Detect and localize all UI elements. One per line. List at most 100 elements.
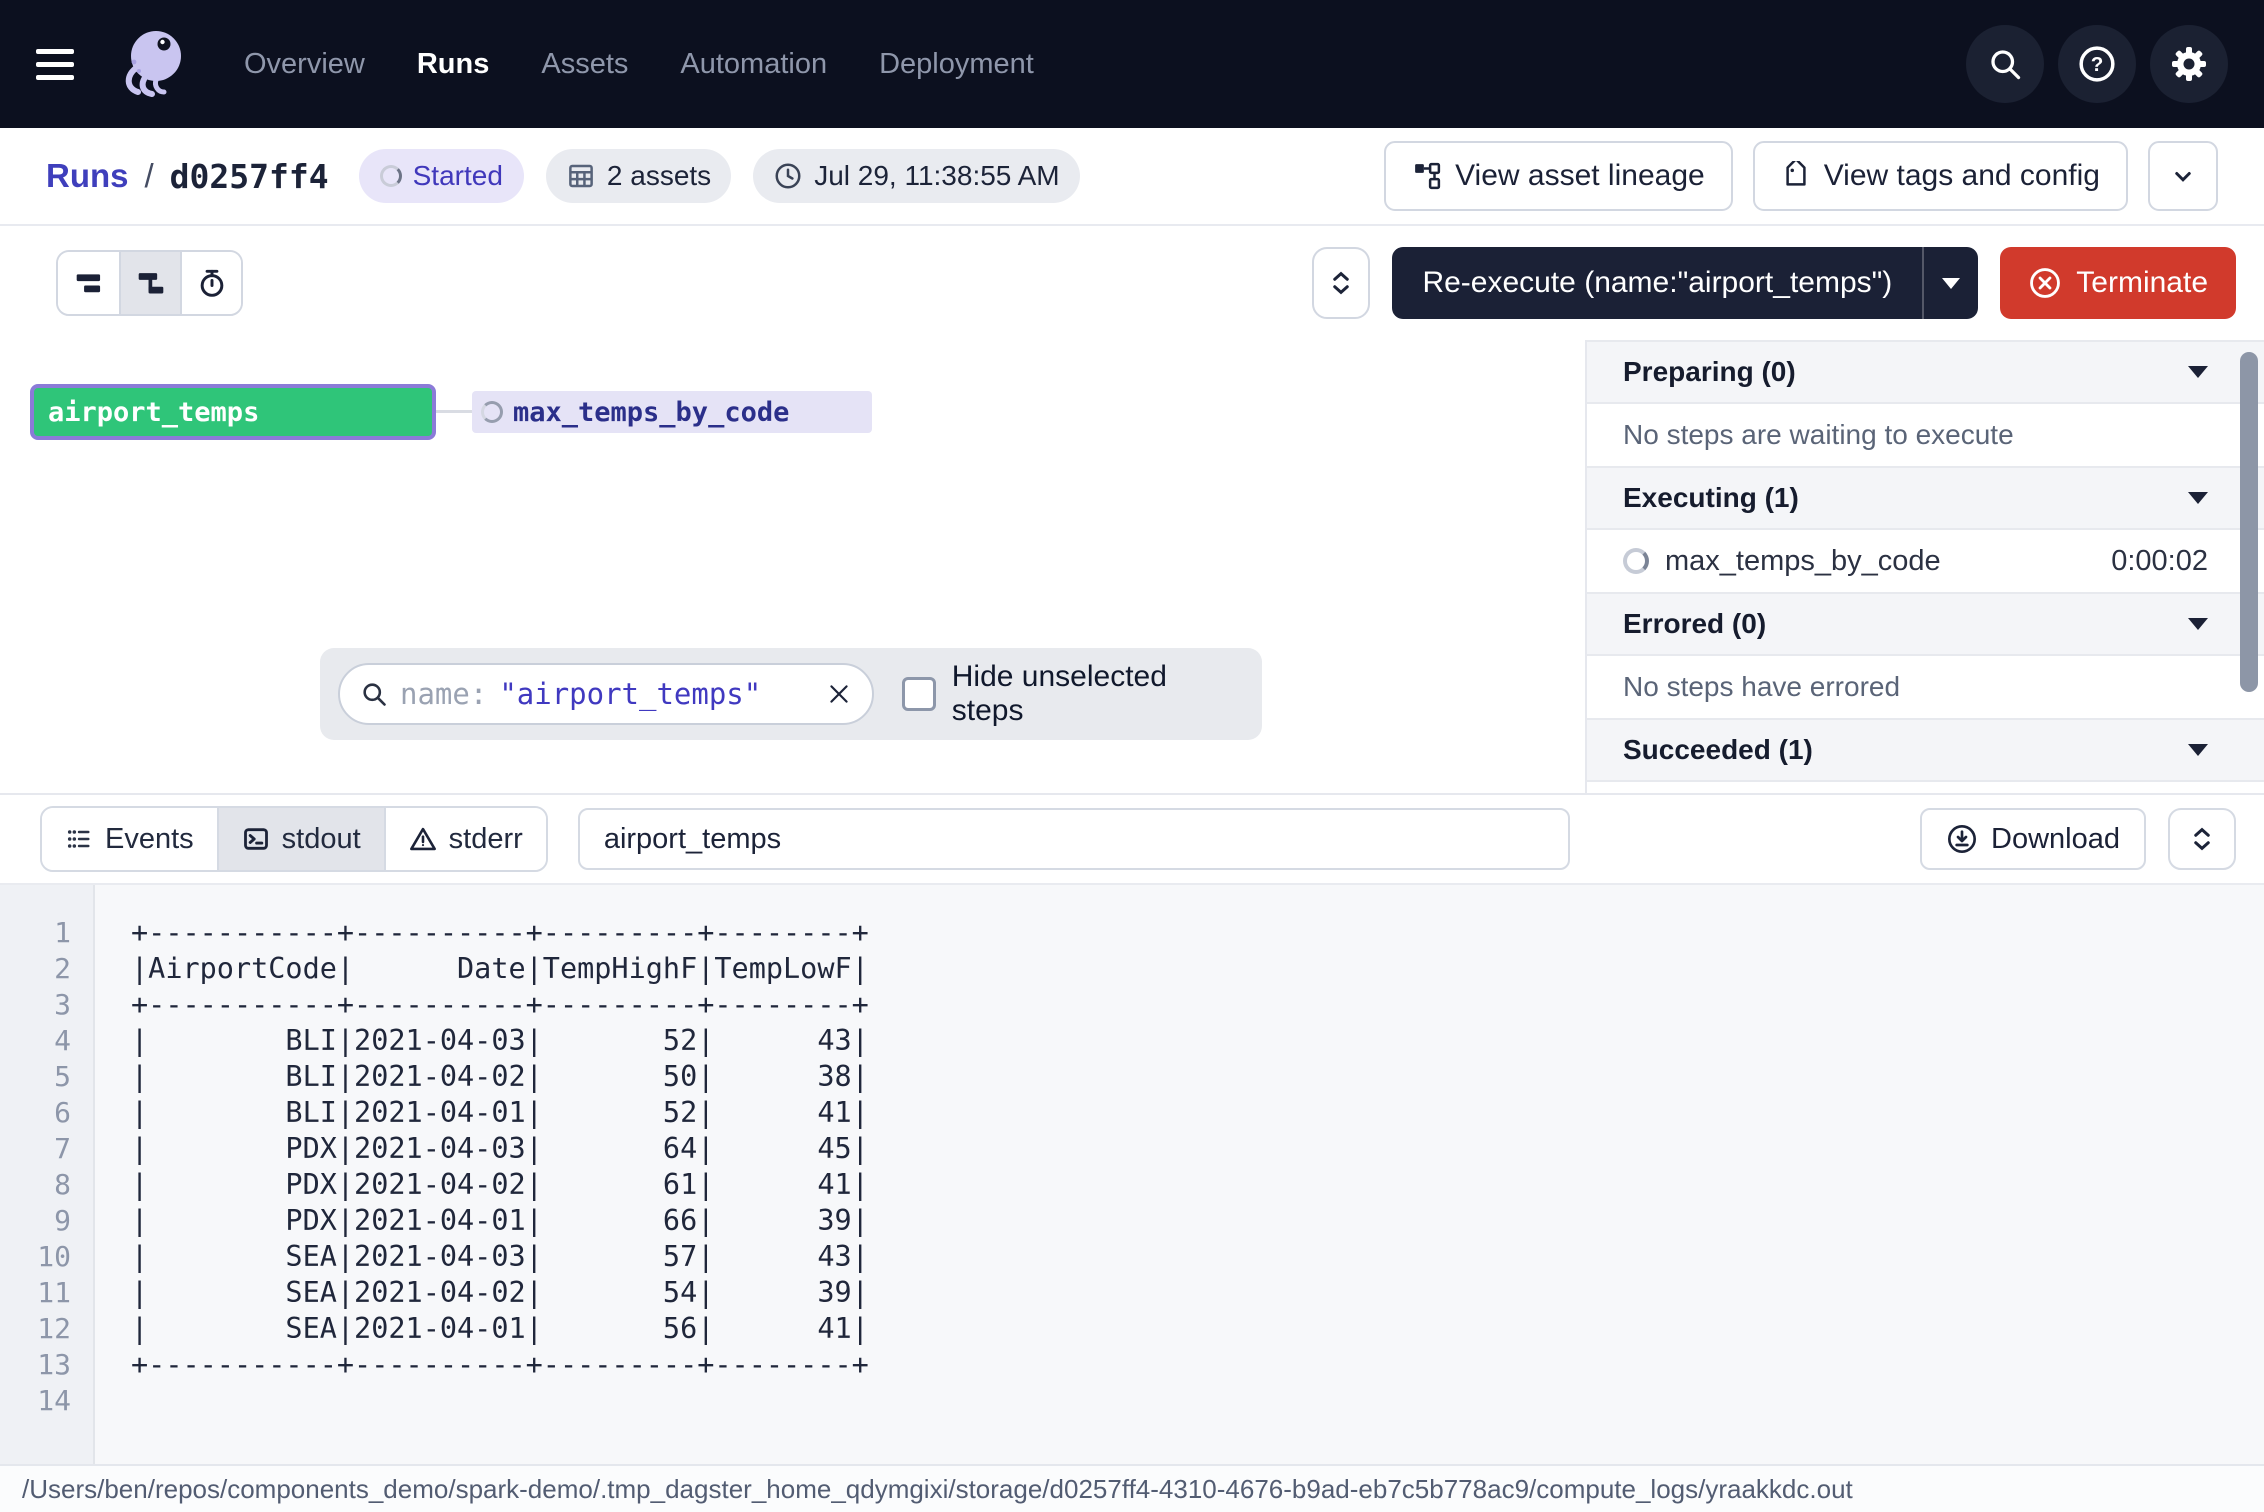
section-title: Errored (0): [1623, 608, 1766, 640]
graph-node-label: airport_temps: [48, 397, 259, 428]
breadcrumb-runs-link[interactable]: Runs: [46, 157, 129, 195]
log-line: | SEA|2021-04-01| 56| 41|: [131, 1311, 2264, 1347]
filter-query-prefix: name:: [400, 677, 487, 711]
log-line: | SEA|2021-04-02| 54| 39|: [131, 1275, 2264, 1311]
step-filter-bar: name: "airport_temps" Hide unselected st…: [320, 648, 1262, 740]
log-text: +-----------+----------+---------+------…: [95, 885, 2264, 1464]
section-header-preparing[interactable]: Preparing (0): [1587, 340, 2264, 404]
section-header-executing[interactable]: Executing (1): [1587, 466, 2264, 530]
log-line: | BLI|2021-04-02| 50| 38|: [131, 1059, 2264, 1095]
primary-nav: Overview Runs Assets Automation Deployme…: [244, 48, 1034, 81]
tab-stdout[interactable]: stdout: [217, 808, 384, 870]
steps-status-panel: Preparing (0) No steps are waiting to ex…: [1585, 340, 2264, 793]
section-header-succeeded[interactable]: Succeeded (1): [1587, 718, 2264, 782]
view-asset-lineage-button[interactable]: View asset lineage: [1384, 141, 1733, 211]
line-number: 13: [0, 1347, 93, 1383]
step-name: max_temps_by_code: [1665, 545, 1941, 578]
clear-filter-button[interactable]: [826, 681, 852, 707]
filter-query-value: "airport_temps": [499, 677, 761, 711]
run-status-badge: Started: [359, 149, 524, 203]
reexecute-dropdown-button[interactable]: [1922, 247, 1978, 319]
line-number: 6: [0, 1095, 93, 1131]
run-main-area: airport_temps max_temps_by_code name: "a…: [0, 340, 2264, 793]
gear-icon: [2169, 44, 2209, 84]
svg-text:?: ?: [2091, 53, 2104, 76]
caret-down-icon: [2188, 618, 2208, 630]
hide-unselected-checkbox[interactable]: [902, 677, 936, 711]
spinner-icon: [481, 401, 503, 423]
flat-gantt-view-button[interactable]: [58, 252, 119, 314]
log-line: +-----------+----------+---------+------…: [131, 915, 2264, 951]
log-line: | SEA|2021-04-03| 57| 43|: [131, 1239, 2264, 1275]
unfold-icon: [2187, 824, 2217, 854]
download-button[interactable]: Download: [1920, 808, 2146, 870]
run-id: d0257ff4: [170, 157, 329, 196]
spinner-icon: [380, 165, 402, 187]
terminate-button[interactable]: Terminate: [2000, 247, 2236, 319]
log-tabs: Events stdout stderr: [40, 806, 548, 872]
tab-label: stdout: [282, 823, 361, 856]
settings-button[interactable]: [2150, 25, 2228, 103]
log-step-selector[interactable]: [578, 808, 1570, 870]
table-icon: [566, 161, 596, 191]
nav-item-runs[interactable]: Runs: [417, 48, 490, 81]
errored-empty-row: No steps have errored: [1587, 656, 2264, 718]
menu-button[interactable]: [36, 42, 90, 86]
section-title: Preparing (0): [1623, 356, 1796, 388]
run-toolbar: Re-execute (name:"airport_temps") Termin…: [0, 226, 2264, 340]
nav-item-automation[interactable]: Automation: [680, 48, 827, 81]
top-nav: Overview Runs Assets Automation Deployme…: [0, 0, 2264, 128]
log-line: |AirportCode| Date|TempHighF|TempLowF|: [131, 951, 2264, 987]
timestamp-chip-label: Jul 29, 11:38:55 AM: [814, 160, 1059, 192]
empty-text: No steps are waiting to execute: [1623, 419, 2014, 451]
octopus-logo-icon: [112, 24, 192, 104]
executing-step-row[interactable]: max_temps_by_code 0:00:02: [1587, 530, 2264, 592]
chevron-down-icon: [2168, 161, 2198, 191]
run-header-more-button[interactable]: [2148, 141, 2218, 211]
reexecute-label: Re-execute (name:"airport_temps"): [1422, 266, 1892, 300]
expand-gantt-button[interactable]: [1312, 247, 1370, 319]
nav-item-deployment[interactable]: Deployment: [879, 48, 1034, 81]
nav-item-overview[interactable]: Overview: [244, 48, 365, 81]
waterfall-gantt-view-button[interactable]: [119, 252, 180, 314]
close-icon: [826, 681, 852, 707]
flat-gantt-icon: [73, 267, 105, 299]
terminal-icon: [242, 825, 270, 853]
line-number: 9: [0, 1203, 93, 1239]
breadcrumb-separator: /: [145, 157, 154, 195]
run-header-row: Runs / d0257ff4 Started 2 assets Jul 29,…: [0, 128, 2264, 226]
log-file-path-bar: /Users/ben/repos/components_demo/spark-d…: [0, 1464, 2264, 1512]
cancel-circle-icon: [2028, 266, 2062, 300]
log-file-path: /Users/ben/repos/components_demo/spark-d…: [22, 1474, 1853, 1505]
reexecute-button[interactable]: Re-execute (name:"airport_temps"): [1392, 247, 1922, 319]
graph-node-airport-temps[interactable]: airport_temps: [30, 384, 436, 440]
run-header-actions: View asset lineage View tags and config: [1384, 141, 2218, 211]
tab-stderr[interactable]: stderr: [384, 808, 546, 870]
graph-node-max-temps-by-code[interactable]: max_temps_by_code: [472, 391, 872, 433]
section-header-errored[interactable]: Errored (0): [1587, 592, 2264, 656]
hide-unselected-label: Hide unselected steps: [952, 660, 1244, 728]
log-line: | BLI|2021-04-03| 52| 43|: [131, 1023, 2264, 1059]
log-line: [131, 1383, 2264, 1419]
empty-text: No steps have errored: [1623, 671, 1900, 703]
step-filter-input[interactable]: name: "airport_temps": [338, 663, 874, 725]
tab-events[interactable]: Events: [42, 808, 217, 870]
nav-item-assets[interactable]: Assets: [541, 48, 628, 81]
search-icon: [360, 680, 388, 708]
clock-icon: [773, 161, 803, 191]
line-number: 5: [0, 1059, 93, 1095]
line-number: 1: [0, 915, 93, 951]
line-number: 12: [0, 1311, 93, 1347]
search-button[interactable]: [1966, 25, 2044, 103]
panel-scrollbar[interactable]: [2240, 352, 2258, 692]
line-number: 10: [0, 1239, 93, 1275]
dagster-logo[interactable]: [112, 24, 192, 104]
expand-log-button[interactable]: [2168, 808, 2236, 870]
timing-view-button[interactable]: [180, 252, 241, 314]
download-icon: [1946, 823, 1978, 855]
view-tags-config-button[interactable]: View tags and config: [1753, 141, 2128, 211]
help-button[interactable]: ?: [2058, 25, 2136, 103]
assets-chip[interactable]: 2 assets: [546, 149, 731, 203]
line-number: 8: [0, 1167, 93, 1203]
preparing-empty-row: No steps are waiting to execute: [1587, 404, 2264, 466]
